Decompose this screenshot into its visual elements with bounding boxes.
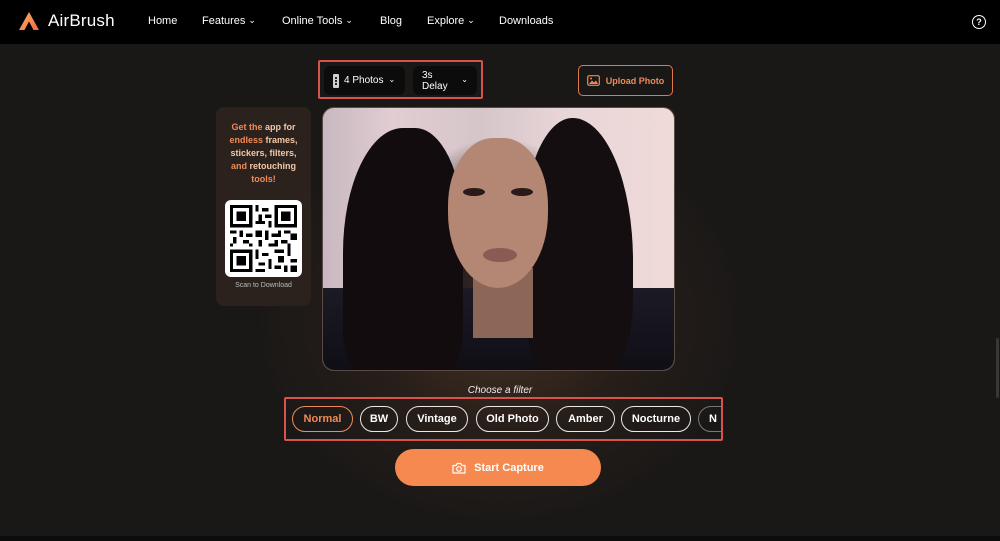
filter-bw[interactable]: BW (360, 406, 398, 432)
image-icon (586, 75, 600, 86)
nav-home[interactable]: Home (148, 15, 177, 27)
promo-text-part: app for (265, 122, 296, 132)
nav-features[interactable]: Features ⌄ (202, 14, 256, 28)
nav-explore[interactable]: Explore ⌄ (427, 14, 475, 28)
app-promo-panel: Get the app for endless frames, stickers… (216, 107, 311, 306)
promo-text-part: frames, (265, 135, 298, 145)
filter-list: Normal BW Vintage Old Photo Amber Noctur… (284, 397, 723, 441)
upload-photo-label: Upload Photo (605, 75, 665, 86)
nav-online-tools-label: Online Tools (282, 15, 343, 27)
preview-hair-left (343, 128, 463, 370)
delay-select[interactable]: 3s Delay ⌄ (413, 66, 477, 95)
promo-text: Get the app for endless frames, stickers… (224, 121, 303, 186)
nav-home-label: Home (148, 15, 178, 27)
promo-text-part: endless (229, 135, 266, 145)
upload-photo-button[interactable]: Upload Photo (578, 65, 673, 96)
start-capture-button[interactable]: Start Capture (395, 449, 601, 486)
chevron-down-icon: ⌄ (345, 14, 353, 25)
qr-code (225, 200, 302, 277)
airbrush-logo-icon (19, 12, 39, 30)
filter-nocturne[interactable]: Nocturne (621, 406, 691, 432)
top-nav: AirBrush Home Features ⌄ Online Tools ⌄ Bl… (0, 0, 1000, 44)
photos-count-select[interactable]: 4 Photos ⌄ (324, 66, 405, 95)
promo-text-part: and (230, 161, 250, 171)
filter-vintage[interactable]: Vintage (406, 406, 468, 432)
start-capture-label: Start Capture (474, 461, 544, 474)
film-strip-icon (333, 73, 339, 88)
filter-normal[interactable]: Normal (292, 406, 353, 432)
filter-title: Choose a filter (467, 385, 533, 396)
brand-logo[interactable]: AirBrush (18, 11, 115, 31)
nav-downloads[interactable]: Downloads (499, 15, 553, 27)
nav-blog[interactable]: Blog (380, 15, 402, 27)
nav-explore-label: Explore (427, 15, 465, 27)
nav-downloads-label: Downloads (499, 15, 554, 27)
nav-features-label: Features (202, 15, 246, 27)
chevron-down-icon: ⌄ (248, 14, 256, 25)
help-icon[interactable]: ? (972, 15, 986, 29)
filter-old-photo[interactable]: Old Photo (476, 406, 549, 432)
photos-count-value: 4 Photos (344, 75, 384, 86)
promo-text-part: retouching (249, 161, 297, 171)
promo-text-part: Get the (231, 122, 265, 132)
preview-lips (483, 248, 517, 262)
promo-text-part: stickers, filters, (230, 148, 297, 158)
preview-eye (463, 188, 485, 196)
camera-preview (322, 107, 675, 371)
promo-text-part: tools! (251, 174, 276, 184)
filter-next-partial[interactable]: N (698, 406, 721, 432)
camera-icon (452, 462, 466, 474)
bottom-edge (0, 536, 1000, 541)
qr-code-icon (230, 205, 297, 272)
filter-amber[interactable]: Amber (556, 406, 615, 432)
brand-name: AirBrush (48, 11, 115, 30)
chevron-down-icon: ⌄ (467, 14, 475, 25)
chevron-down-icon: ⌄ (388, 75, 396, 84)
nav-blog-label: Blog (380, 15, 403, 27)
chevron-down-icon: ⌄ (461, 75, 468, 84)
preview-face (448, 138, 548, 288)
preview-eye (511, 188, 533, 196)
nav-online-tools[interactable]: Online Tools ⌄ (282, 14, 353, 28)
qr-caption: Scan to Download (235, 282, 292, 289)
delay-value: 3s Delay (422, 69, 448, 92)
